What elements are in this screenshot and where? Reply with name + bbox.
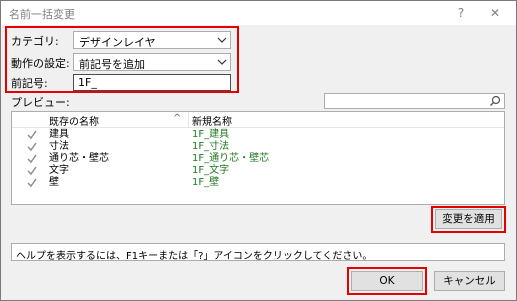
check-icon: [27, 154, 37, 164]
new-name-cell: 1F_寸法: [192, 141, 230, 152]
preview-label: プレビュー:: [11, 96, 70, 109]
prefix-label: 前記号:: [11, 77, 48, 90]
preview-search-input[interactable]: [324, 93, 505, 109]
check-icon: [27, 142, 37, 152]
close-button[interactable]: ✕: [484, 3, 506, 23]
help-text: ヘルプを表示するには、F1キーまたは「?」アイコンをクリックしてください。: [16, 251, 373, 262]
table-header: 既存の名称 ^ 新規名称: [12, 112, 504, 128]
title-bar: 名前一括変更 ? ✕: [1, 1, 516, 25]
new-name-cell: 1F_通り芯・壁芯: [192, 153, 270, 164]
column-separator[interactable]: [188, 112, 189, 127]
column-header-old-name[interactable]: 既存の名称: [49, 113, 99, 128]
check-icon: [27, 130, 37, 140]
rename-dialog: 名前一括変更 ? ✕ カテゴリ: デザインレイヤ 動作の設定: 前記号を追加 前…: [0, 0, 517, 301]
cancel-button[interactable]: キャンセル: [434, 271, 505, 291]
old-name-cell: 壁: [49, 177, 59, 188]
table-row[interactable]: 壁 1F_壁: [12, 177, 504, 189]
table-row[interactable]: 通り芯・壁芯 1F_通り芯・壁芯: [12, 153, 504, 165]
chevron-down-icon: [217, 59, 227, 65]
prefix-input[interactable]: 1F_: [73, 74, 231, 91]
help-button[interactable]: ?: [450, 3, 472, 23]
sort-indicator: ^: [173, 113, 182, 124]
search-icon[interactable]: [489, 95, 501, 107]
chevron-down-icon: [217, 37, 227, 43]
category-label: カテゴリ:: [11, 35, 59, 48]
category-value: デザインレイヤ: [79, 36, 156, 49]
preview-table[interactable]: 既存の名称 ^ 新規名称 建具 1F_建具 寸法 1F_寸法 通り芯・壁芯 1F…: [11, 111, 505, 205]
old-name-cell: 寸法: [49, 141, 69, 152]
old-name-cell: 建具: [49, 129, 69, 140]
check-icon: [27, 178, 37, 188]
new-name-cell: 1F_文字: [192, 165, 230, 176]
table-row[interactable]: 寸法 1F_寸法: [12, 141, 504, 153]
old-name-cell: 文字: [49, 165, 69, 176]
old-name-cell: 通り芯・壁芯: [49, 153, 109, 164]
help-text-bar: ヘルプを表示するには、F1キーまたは「?」アイコンをクリックしてください。: [11, 243, 505, 262]
column-header-new-name[interactable]: 新規名称: [192, 113, 232, 128]
ok-button[interactable]: OK: [351, 271, 423, 291]
new-name-cell: 1F_建具: [192, 129, 230, 140]
table-row[interactable]: 建具 1F_建具: [12, 129, 504, 141]
action-select[interactable]: 前記号を追加: [73, 53, 231, 71]
table-row[interactable]: 文字 1F_文字: [12, 165, 504, 177]
action-value: 前記号を追加: [79, 58, 145, 71]
new-name-cell: 1F_壁: [192, 177, 220, 188]
action-label: 動作の設定:: [11, 57, 70, 70]
category-select[interactable]: デザインレイヤ: [73, 31, 231, 49]
prefix-value: 1F_: [78, 76, 97, 89]
check-icon: [27, 166, 37, 176]
window-title: 名前一括変更: [9, 8, 75, 21]
apply-changes-button[interactable]: 変更を適用: [435, 209, 502, 229]
